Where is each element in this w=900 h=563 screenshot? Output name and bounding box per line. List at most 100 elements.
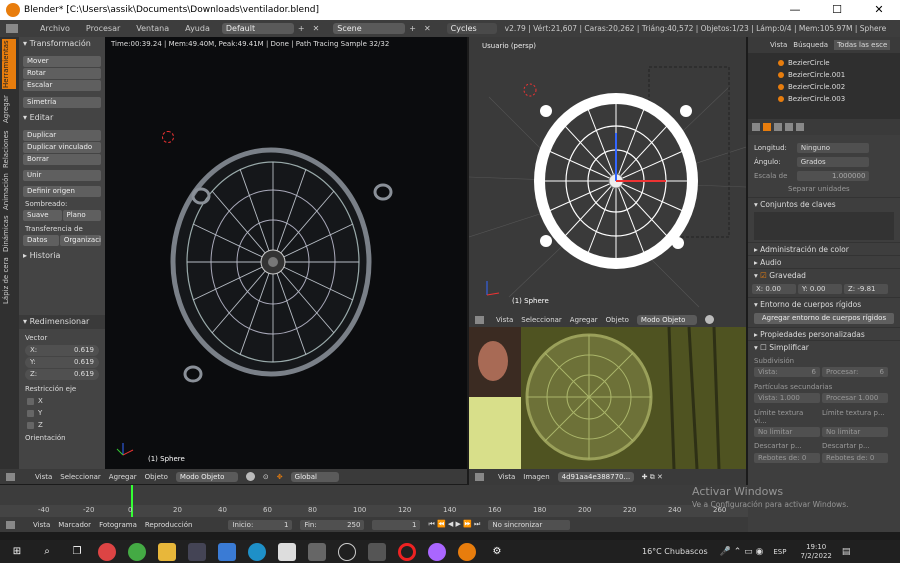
edge-icon[interactable] (248, 542, 266, 561)
image-selector[interactable]: 4d91aa4e388770... (557, 472, 634, 482)
start-frame-field[interactable]: Inicio: 1 (228, 519, 293, 530)
end-frame-field[interactable]: Fin: 250 (300, 519, 365, 530)
view-type-icon[interactable] (475, 315, 484, 324)
mail-icon[interactable] (218, 542, 236, 561)
tab-animacion[interactable]: Animación (2, 173, 16, 211)
bounces-render-field[interactable]: Rebotes de: 0 (822, 453, 888, 463)
shading-icon[interactable] (245, 472, 255, 481)
view-particles-field[interactable]: Vista: 1.000 (754, 393, 820, 403)
discard-view-checkbox[interactable]: Descartar p... (754, 442, 818, 450)
tab-todas[interactable]: Todas las esce (834, 40, 891, 50)
z-field[interactable]: Z: 0.619 (25, 369, 99, 380)
tab-agregar[interactable]: Agregar (2, 93, 16, 125)
gravity-y-field[interactable]: Y: 0.00 (798, 284, 842, 294)
x-field[interactable]: X: 0.619 (25, 345, 99, 356)
texture-limit-view-dropdown[interactable]: No limitar (754, 427, 820, 437)
menu-vista[interactable]: Vista (33, 521, 50, 529)
duplicate-linked-button[interactable]: Duplicar vinculado (23, 142, 101, 153)
constraint-y-checkbox[interactable]: Y (19, 407, 105, 419)
separate-units-checkbox[interactable]: Separar unidades (748, 181, 900, 197)
close-scene-icon[interactable]: ✕ (424, 24, 431, 33)
menu-reproduccion[interactable]: Reproducción (145, 521, 193, 529)
menu-fotograma[interactable]: Fotograma (99, 521, 137, 529)
mode-selector[interactable]: Modo Objeto (636, 314, 697, 325)
menu-objeto[interactable]: Objeto (145, 473, 168, 481)
duplicate-button[interactable]: Duplicar (23, 130, 101, 141)
smooth-button[interactable]: Suave (23, 210, 62, 221)
store-icon[interactable] (308, 542, 326, 561)
tab-lapiz-de-cera[interactable]: Lápiz de cera (2, 257, 16, 305)
gravity-header[interactable]: ▾ ☑ Gravedad (748, 268, 900, 281)
organize-button[interactable]: Organizaci (59, 235, 101, 246)
outliner-item[interactable]: BezierCircle (748, 57, 900, 69)
close-layout-icon[interactable]: ✕ (313, 24, 320, 33)
gravity-x-field[interactable]: X: 0.00 (752, 284, 796, 294)
menu-ventana[interactable]: Ventana (136, 24, 169, 33)
tab-dinamicas[interactable]: Dinámicas (2, 215, 16, 253)
perspective-viewport[interactable]: Usuario (persp) (1) Sphere (469, 37, 746, 312)
layout-selector[interactable]: Default (221, 23, 294, 34)
orientation-selector[interactable]: Global (290, 471, 339, 482)
tray-icons[interactable]: 🎤 ⌃ ▭ ◉ (720, 547, 764, 557)
render-subdiv-field[interactable]: Procesar: 6 (822, 367, 888, 377)
bounces-view-field[interactable]: Rebotes de: 0 (754, 453, 820, 463)
constraint-x-checkbox[interactable]: X (19, 395, 105, 407)
set-origin-button[interactable]: Definir origen (23, 186, 101, 197)
close-button[interactable]: ✕ (858, 0, 900, 20)
tab-vista[interactable]: Vista (770, 41, 787, 49)
scene-selector[interactable]: Scene (333, 23, 406, 34)
menu-ayuda[interactable]: Ayuda (185, 24, 210, 33)
menu-vista[interactable]: Vista (35, 473, 52, 481)
add-rigid-world-button[interactable]: Agregar entorno de cuerpos rígidos (754, 313, 894, 324)
menu-vista[interactable]: Vista (496, 316, 513, 324)
current-frame-field[interactable]: 1 (372, 519, 421, 530)
minimize-button[interactable]: — (774, 0, 816, 20)
move-button[interactable]: Mover (23, 56, 101, 67)
custom-properties-header[interactable]: ▸ Propiedades personalizadas (748, 327, 900, 340)
render-particles-field[interactable]: Procesar 1.000 (822, 393, 888, 403)
view-type-icon[interactable] (475, 473, 484, 481)
shading-icon[interactable] (704, 315, 714, 324)
chrome-icon[interactable] (128, 542, 146, 561)
menu-marcador[interactable]: Marcador (58, 521, 91, 529)
add-layout-icon[interactable]: + (298, 24, 305, 33)
scale-field[interactable]: 1.000000 (797, 171, 870, 181)
app-icon[interactable] (368, 542, 386, 561)
outliner-item[interactable]: BezierCircle.002 (748, 81, 900, 93)
flat-button[interactable]: Plano (62, 210, 101, 221)
chrome-icon[interactable] (98, 542, 116, 561)
menu-agregar[interactable]: Agregar (109, 473, 137, 481)
tab-relaciones[interactable]: Relaciones (2, 129, 16, 169)
render-viewport[interactable]: Time:00:39.24 | Mem:49.40M, Peak:49.41M … (105, 37, 467, 469)
tab-busqueda[interactable]: Búsqueda (793, 41, 828, 49)
angle-dropdown[interactable]: Grados (796, 157, 869, 167)
opera-icon[interactable] (398, 542, 416, 561)
rotate-button[interactable]: Rotar (23, 68, 101, 79)
mirror-button[interactable]: Simetría (23, 97, 101, 108)
maximize-button[interactable]: ☐ (816, 0, 858, 20)
panel-transform-header[interactable]: ▾ Transformación (19, 37, 105, 51)
image-tools-icon[interactable]: ✚ ⧉ ✕ (642, 473, 663, 482)
app-icon[interactable] (188, 542, 206, 561)
menu-seleccionar[interactable]: Seleccionar (60, 473, 101, 481)
task-view-icon[interactable]: ❐ (68, 543, 86, 561)
mode-selector[interactable]: Modo Objeto (175, 471, 238, 482)
settings-icon[interactable]: ⚙ (488, 543, 506, 561)
start-icon[interactable]: ⊞ (8, 543, 26, 561)
keysets-header[interactable]: ▾ Conjuntos de claves (748, 197, 900, 210)
scale-button[interactable]: Escalar (23, 80, 101, 91)
file-explorer-icon[interactable] (158, 542, 176, 561)
editor-type-icon[interactable] (6, 24, 18, 33)
clock[interactable]: 19:10 7/2/2022 (800, 543, 831, 561)
join-button[interactable]: Unir (23, 170, 101, 181)
menu-objeto[interactable]: Objeto (606, 316, 629, 324)
notifications-icon[interactable]: ▤ (842, 547, 851, 557)
playback-controls-icon[interactable]: ⏮ ⏪ ◀ ▶ ⏩ ⏭ (428, 520, 480, 529)
constraint-z-checkbox[interactable]: Z (19, 419, 105, 431)
delete-button[interactable]: Borrar (23, 154, 101, 165)
sync-dropdown[interactable]: No sincronizar (488, 519, 571, 530)
search-icon[interactable]: ⌕ (38, 543, 56, 561)
add-scene-icon[interactable]: + (409, 24, 416, 33)
data-button[interactable]: Datos (23, 235, 59, 246)
timeline[interactable]: -40 -20 0 20 40 60 80 100 120 140 160 180 200 220 240 2… (0, 485, 748, 517)
